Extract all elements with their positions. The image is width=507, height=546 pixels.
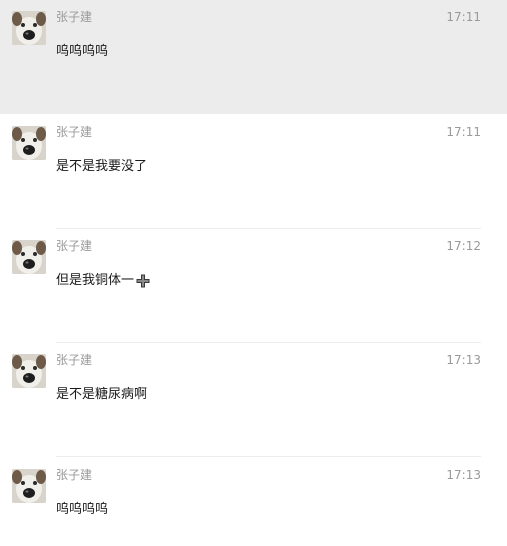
message-text-content: 呜呜呜呜 <box>56 502 109 517</box>
sender-name: 张子建 <box>56 468 93 482</box>
message-time: 17:12 <box>446 239 481 253</box>
message-item[interactable]: 张子建 17:12 但是我铜体一 <box>0 229 507 343</box>
message-text: 呜呜呜呜 <box>56 501 108 519</box>
message-text-content: 呜呜呜呜 <box>56 44 109 59</box>
message-text-content: 是不是糖尿病啊 <box>56 387 148 402</box>
dog-avatar-icon[interactable] <box>12 126 46 160</box>
message-text: 是不是我要没了 <box>56 158 147 176</box>
divider <box>56 456 481 457</box>
dog-avatar-icon[interactable] <box>12 240 46 274</box>
dog-avatar-icon[interactable] <box>12 11 46 45</box>
message-item[interactable]: 张子建 17:13 是不是糖尿病啊 <box>0 343 507 457</box>
message-time: 17:11 <box>446 10 481 24</box>
message-text-content: 是不是我要没了 <box>56 159 148 174</box>
message-time: 17:11 <box>446 125 481 139</box>
sender-name: 张子建 <box>56 353 93 367</box>
sender-name: 张子建 <box>56 10 93 24</box>
message-item[interactable]: 张子建 17:11 是不是我要没了 <box>0 115 507 229</box>
message-text-content: 但是我铜体一 <box>56 273 135 288</box>
dog-avatar-icon[interactable] <box>12 469 46 503</box>
sender-name: 张子建 <box>56 239 93 253</box>
sender-name: 张子建 <box>56 125 93 139</box>
message-text: 是不是糖尿病啊 <box>56 386 147 404</box>
dog-avatar-icon[interactable] <box>12 354 46 388</box>
message-time: 17:13 <box>446 468 481 482</box>
message-item[interactable]: 张子建 17:13 呜呜呜呜 <box>0 458 507 546</box>
message-item[interactable]: 张子建 17:11 呜呜呜呜 <box>0 0 507 114</box>
message-text: 但是我铜体一 <box>56 272 150 290</box>
message-text: 呜呜呜呜 <box>56 43 108 61</box>
chat-message-list: 张子建 17:11 呜呜呜呜 张子建 17:11 是不是我要没了 张子建 17:… <box>0 0 507 546</box>
cross-emoji-icon <box>136 274 150 288</box>
message-time: 17:13 <box>446 353 481 367</box>
